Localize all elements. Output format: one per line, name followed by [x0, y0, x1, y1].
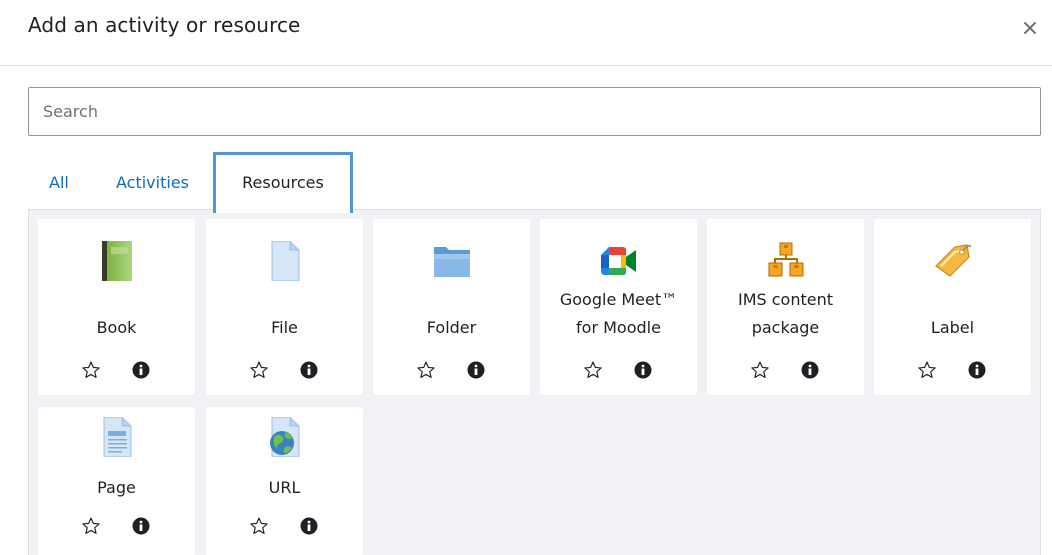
- search-input[interactable]: [28, 87, 1041, 136]
- info-button[interactable]: [129, 358, 153, 382]
- resource-name-line-2: for Moodle: [576, 318, 661, 337]
- close-icon: [1024, 22, 1036, 34]
- info-button[interactable]: [297, 358, 321, 382]
- star-button[interactable]: [414, 358, 438, 382]
- file-icon: [265, 241, 305, 281]
- resource-name: Page: [97, 478, 136, 497]
- modal-header: Add an activity or resource: [0, 0, 1052, 66]
- tab-activities[interactable]: Activities: [116, 173, 189, 192]
- info-button[interactable]: [965, 358, 989, 382]
- info-circle-icon: [968, 361, 986, 379]
- ims-package-icon: [766, 241, 806, 281]
- info-circle-icon: [300, 517, 318, 535]
- tab-resources[interactable]: Resources: [213, 152, 353, 213]
- info-circle-icon: [467, 361, 485, 379]
- star-outline-icon: [82, 361, 100, 378]
- close-button[interactable]: [1016, 14, 1044, 42]
- google-meet-icon: [599, 241, 639, 281]
- page-icon: [97, 417, 137, 457]
- resource-name: Book: [96, 318, 137, 337]
- resource-name: Label: [930, 318, 975, 337]
- info-circle-icon: [300, 361, 318, 379]
- info-circle-icon: [801, 361, 819, 379]
- star-button[interactable]: [79, 514, 103, 538]
- resource-card-book[interactable]: Book: [38, 219, 195, 395]
- resource-name-line-1: Google Meet™: [559, 290, 678, 309]
- star-outline-icon: [250, 517, 268, 534]
- resource-name: File: [271, 318, 298, 337]
- resource-card-page[interactable]: Page: [38, 407, 195, 555]
- url-globe-icon: [265, 417, 305, 457]
- star-outline-icon: [584, 361, 602, 378]
- info-button[interactable]: [631, 358, 655, 382]
- star-button[interactable]: [581, 358, 605, 382]
- star-outline-icon: [250, 361, 268, 378]
- star-outline-icon: [918, 361, 936, 378]
- info-circle-icon: [132, 361, 150, 379]
- resource-card-label[interactable]: Label: [874, 219, 1031, 395]
- star-button[interactable]: [247, 514, 271, 538]
- info-button[interactable]: [464, 358, 488, 382]
- star-button[interactable]: [915, 358, 939, 382]
- label-tag-icon: [933, 241, 973, 281]
- star-outline-icon: [751, 361, 769, 378]
- folder-icon: [432, 241, 472, 281]
- info-circle-icon: [132, 517, 150, 535]
- star-outline-icon: [417, 361, 435, 378]
- star-button[interactable]: [247, 358, 271, 382]
- resource-name-line-1: IMS content: [737, 290, 834, 309]
- star-button[interactable]: [748, 358, 772, 382]
- resource-name-line-2: package: [751, 318, 820, 337]
- info-button[interactable]: [129, 514, 153, 538]
- resource-card-google-meet[interactable]: Google Meet™ for Moodle: [540, 219, 697, 395]
- info-button[interactable]: [297, 514, 321, 538]
- tab-all[interactable]: All: [49, 173, 69, 192]
- book-icon: [97, 241, 137, 281]
- resource-card-folder[interactable]: Folder: [373, 219, 530, 395]
- resource-card-file[interactable]: File: [206, 219, 363, 395]
- info-button[interactable]: [798, 358, 822, 382]
- resource-card-url[interactable]: URL: [206, 407, 363, 555]
- star-outline-icon: [82, 517, 100, 534]
- info-circle-icon: [634, 361, 652, 379]
- resource-name: Folder: [426, 318, 477, 337]
- modal-title: Add an activity or resource: [28, 13, 301, 37]
- star-button[interactable]: [79, 358, 103, 382]
- resource-card-ims-content-package[interactable]: IMS content package: [707, 219, 864, 395]
- resource-name: URL: [268, 478, 301, 497]
